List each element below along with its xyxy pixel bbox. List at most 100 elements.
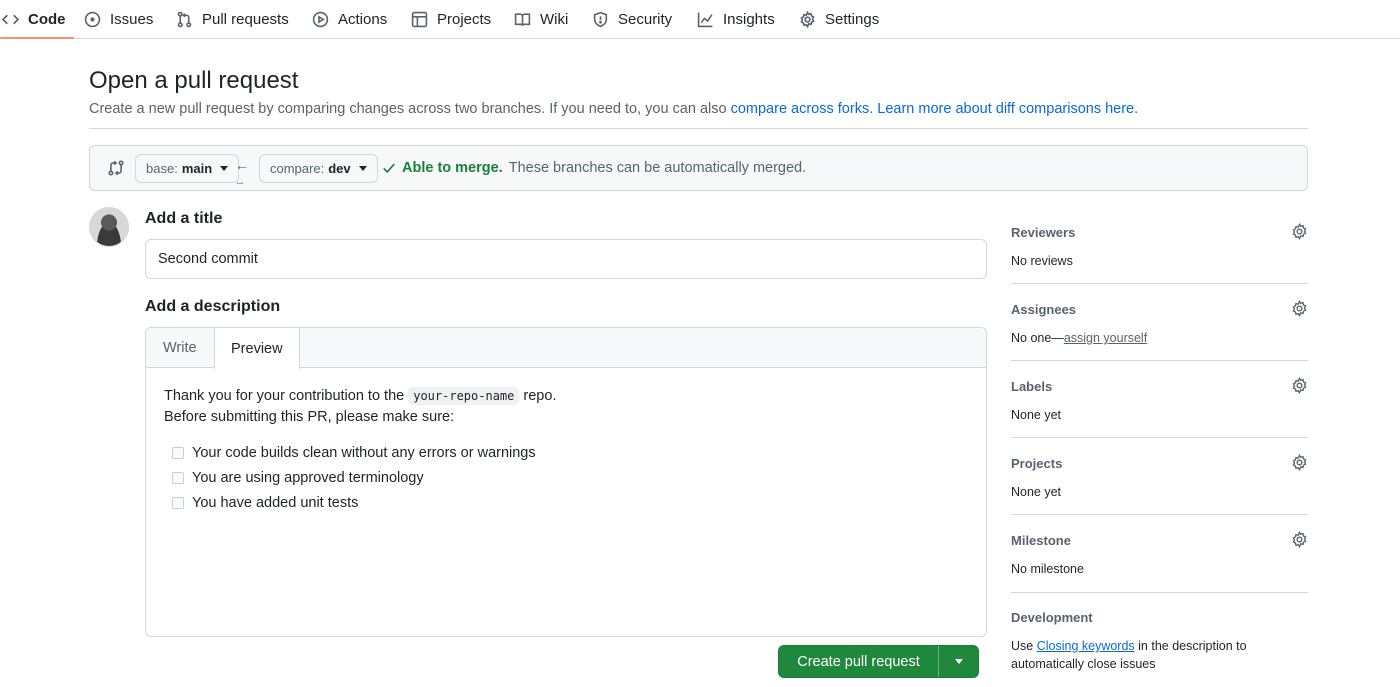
page-title: Open a pull request	[89, 67, 299, 94]
task-label: You are using approved terminology	[192, 470, 424, 486]
git-compare-icon	[108, 160, 124, 176]
repo-name-code: your-repo-name	[408, 387, 520, 405]
base-prefix: base:	[146, 161, 178, 176]
compare-branch-name: dev	[328, 161, 351, 176]
create-options-dropdown[interactable]	[939, 646, 978, 677]
task-list-item: You are using approved terminology	[172, 470, 424, 486]
nav-tab-actions[interactable]: Actions	[312, 0, 387, 38]
preview-line-2: Before submitting this PR, please make s…	[164, 409, 455, 425]
nav-tab-label: Pull requests	[202, 10, 289, 28]
description-label: Add a description	[145, 298, 281, 315]
arrow-left-icon: ←	[235, 157, 249, 173]
nav-tab-label: Security	[618, 10, 673, 28]
task-checkbox[interactable]	[172, 447, 184, 459]
task-checkbox[interactable]	[172, 472, 184, 484]
development-text: Use Closing keywords in the description …	[1011, 637, 1308, 673]
sidebar-labels: Labels None yet	[1011, 377, 1308, 422]
preview-body: Thank you for your contribution to the y…	[164, 386, 556, 428]
sidebar-projects: Projects None yet	[1011, 454, 1308, 499]
nav-tab-label: Projects	[437, 10, 492, 28]
book-icon	[514, 12, 531, 26]
milestone-value: No milestone	[1011, 562, 1084, 576]
title-input[interactable]	[145, 239, 987, 279]
editor-tab-strip: Write Preview	[146, 328, 986, 369]
compare-branch-select[interactable]: compare: dev	[259, 154, 378, 183]
nav-tab-projects[interactable]: Projects	[411, 0, 491, 38]
task-label: Your code builds clean without any error…	[192, 445, 536, 461]
preview-line-1: Thank you for your contribution to the y…	[164, 386, 556, 407]
chevron-down-icon	[220, 166, 229, 171]
assignees-gear-icon[interactable]	[1291, 300, 1308, 317]
task-label: You have added unit tests	[192, 495, 359, 511]
avatar	[89, 207, 129, 247]
code-icon	[2, 14, 19, 24]
nav-tab-label: Insights	[723, 10, 775, 28]
nav-tab-insights[interactable]: Insights	[697, 0, 775, 38]
chevron-down-icon	[954, 659, 963, 664]
ellipsis-icon: ...	[236, 173, 244, 187]
assignees-text: No one—	[1011, 331, 1064, 345]
graph-icon	[697, 12, 713, 27]
nav-tab-label: Issues	[110, 10, 154, 28]
preview-text: Thank you for your contribution to the	[164, 388, 409, 404]
nav-tab-code[interactable]: Code	[0, 0, 73, 39]
nav-tab-label: Actions	[338, 10, 388, 28]
development-text-part: Use	[1011, 639, 1037, 653]
tab-preview[interactable]: Preview	[214, 328, 300, 369]
repo-nav: Code Issues Pull requests Actions Projec…	[0, 0, 1400, 39]
preview-text: repo.	[519, 388, 557, 404]
compare-bar: base: main ← ... compare: dev Able to me…	[89, 145, 1308, 191]
milestone-gear-icon[interactable]	[1291, 531, 1308, 548]
sidebar-reviewers: Reviewers No reviews	[1011, 223, 1308, 268]
projects-value: None yet	[1011, 485, 1062, 499]
page-subtitle: Create a new pull request by comparing c…	[89, 101, 1138, 117]
description-editor: Write Preview Thank you for your contrib…	[145, 327, 987, 637]
task-checkbox[interactable]	[172, 497, 184, 509]
labels-gear-icon[interactable]	[1291, 377, 1308, 394]
nav-tab-label: Code	[28, 10, 66, 28]
merge-ok-text: Able to merge.	[402, 160, 503, 176]
nav-tab-settings[interactable]: Settings	[799, 0, 879, 38]
tab-write[interactable]: Write	[163, 328, 197, 368]
reviewers-heading: Reviewers	[1011, 225, 1076, 240]
issue-icon	[84, 11, 101, 27]
assignees-value: No one—assign yourself	[1011, 331, 1308, 345]
compare-prefix: compare:	[270, 161, 325, 176]
nav-tab-wiki[interactable]: Wiki	[514, 0, 568, 38]
assignees-heading: Assignees	[1011, 302, 1077, 317]
create-pull-request-button[interactable]: Create pull request	[778, 645, 979, 678]
task-list-item: Your code builds clean without any error…	[172, 445, 536, 461]
assign-yourself-link[interactable]: assign yourself	[1064, 331, 1147, 345]
sidebar-divider	[1011, 592, 1308, 593]
merge-status-text: These branches can be automatically merg…	[508, 160, 807, 176]
sidebar-divider	[1011, 437, 1308, 438]
shield-icon	[593, 11, 608, 27]
sidebar-divider	[1011, 360, 1308, 361]
labels-value: None yet	[1011, 408, 1062, 422]
nav-tab-security[interactable]: Security	[592, 0, 672, 38]
table-icon	[411, 11, 428, 27]
learn-more-link[interactable]: Learn more about diff comparisons here.	[877, 101, 1138, 117]
nav-tab-label: Settings	[825, 10, 880, 28]
development-heading: Development	[1011, 610, 1093, 625]
pull-request-icon	[177, 11, 192, 27]
check-icon	[383, 163, 395, 174]
reviewers-value: No reviews	[1011, 254, 1073, 268]
nav-tab-issues[interactable]: Issues	[84, 0, 153, 38]
gear-icon	[800, 10, 815, 28]
play-icon	[312, 11, 329, 27]
nav-tab-pull-requests[interactable]: Pull requests	[176, 0, 289, 38]
nav-tab-label: Wiki	[540, 10, 569, 28]
closing-keywords-link[interactable]: Closing keywords	[1037, 639, 1135, 653]
labels-heading: Labels	[1011, 379, 1053, 394]
projects-heading: Projects	[1011, 456, 1063, 471]
header-divider	[89, 128, 1308, 129]
base-branch-select[interactable]: base: main	[135, 154, 240, 183]
reviewers-gear-icon[interactable]	[1291, 223, 1308, 240]
chevron-down-icon	[358, 166, 367, 171]
sidebar-development: Development Use Closing keywords in the …	[1011, 610, 1308, 673]
compare-forks-link[interactable]: compare across forks.	[731, 101, 874, 117]
sidebar-divider	[1011, 514, 1308, 515]
projects-gear-icon[interactable]	[1291, 454, 1308, 471]
sidebar-assignees: Assignees No one—assign yourself	[1011, 300, 1308, 345]
